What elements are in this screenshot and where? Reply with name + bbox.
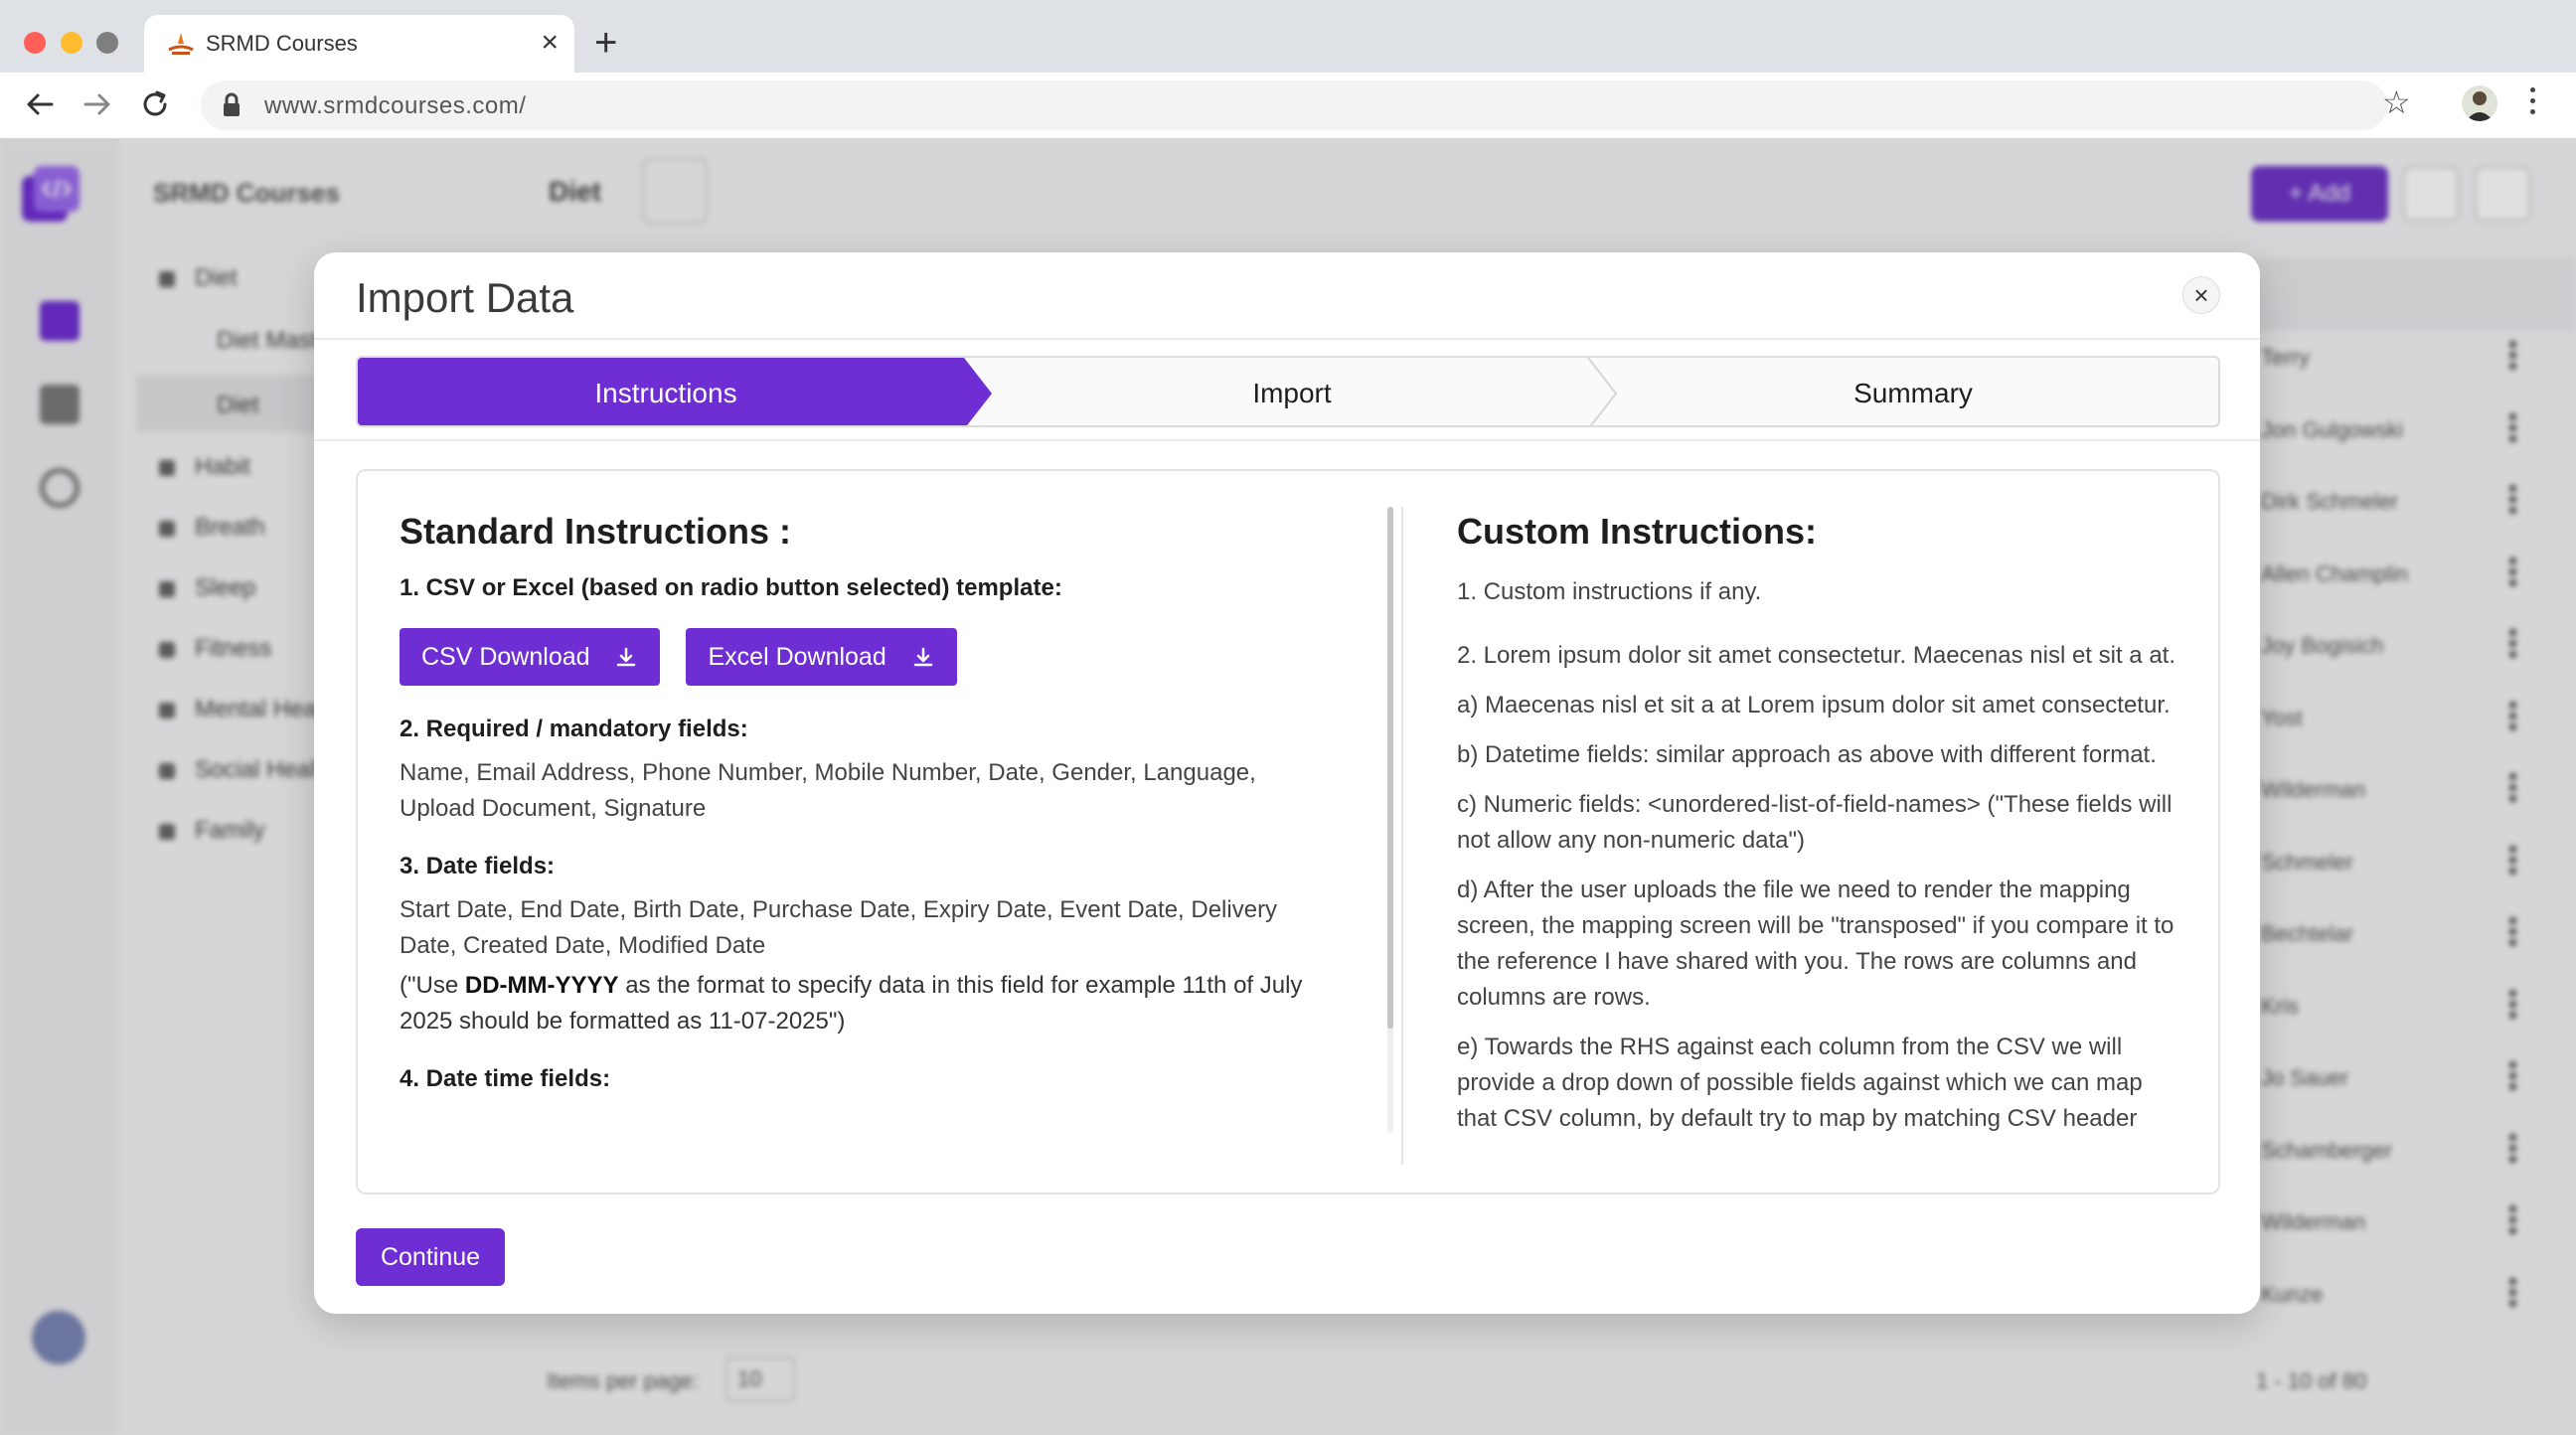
continue-button[interactable]: Continue <box>356 1228 505 1286</box>
reload-icon[interactable] <box>137 86 173 122</box>
custom-item-a: a) Maecenas nisl et sit a at Lorem ipsum… <box>1457 692 2171 718</box>
lock-icon <box>224 92 240 116</box>
minimize-window-button[interactable] <box>61 32 82 54</box>
custom-instructions[interactable]: Custom Instructions: 1. Custom instructi… <box>1457 511 2182 1137</box>
back-arrow-icon[interactable] <box>22 86 58 122</box>
custom-item-1: 1. Custom instructions if any. <box>1457 578 1762 605</box>
custom-item-d: d) After the user uploads the file we ne… <box>1457 877 2174 1011</box>
download-icon <box>617 648 636 667</box>
custom-instructions-title: Custom Instructions: <box>1457 511 1818 552</box>
modal-title: Import Data <box>356 274 574 321</box>
custom-item-c: c) Numeric fields: <unordered-list-of-fi… <box>1457 791 2173 854</box>
new-tab-icon[interactable]: + <box>594 22 617 64</box>
bookmark-star-icon[interactable]: ☆ <box>2382 83 2411 121</box>
date-fields-text: Start Date, End Date, Birth Date, Purcha… <box>400 896 1278 959</box>
date-fields-heading: 3. Date fields: <box>400 853 556 879</box>
forward-arrow-icon[interactable] <box>80 86 115 122</box>
standard-instructions[interactable]: Standard Instructions : 1. CSV or Excel … <box>400 511 1354 1137</box>
close-icon[interactable]: × <box>2182 276 2220 314</box>
maximize-window-button[interactable] <box>96 32 118 54</box>
required-fields-heading: 2. Required / mandatory fields: <box>400 716 748 742</box>
date-time-fields-heading: 4. Date time fields: <box>400 1065 611 1092</box>
custom-item-2: 2. Lorem ipsum dolor sit amet consectetu… <box>1457 642 2175 669</box>
template-heading: 1. CSV or Excel (based on radio button s… <box>400 574 1062 601</box>
tab-title: SRMD Courses <box>206 31 358 56</box>
required-fields-text: Name, Email Address, Phone Number, Mobil… <box>400 759 1256 822</box>
left-scrollbar[interactable] <box>1387 507 1393 1133</box>
stepper-divider <box>314 439 2260 441</box>
browser-tab-bar: SRMD Courses × + <box>0 0 2576 73</box>
import-stepper: Instructions Import Summary <box>356 356 2220 427</box>
favicon-icon <box>168 33 194 55</box>
url-text: www.srmdcourses.com/ <box>264 92 527 119</box>
tab-instructions[interactable]: Instructions <box>358 378 974 409</box>
profile-avatar[interactable] <box>2462 85 2497 121</box>
custom-item-e: e) Towards the RHS against each column f… <box>1457 1034 2143 1132</box>
browser-tab[interactable]: SRMD Courses × <box>144 15 574 73</box>
standard-instructions-title: Standard Instructions : <box>400 511 792 552</box>
excel-download-button[interactable]: Excel Download <box>686 628 957 686</box>
avatar-person-icon <box>2466 91 2494 121</box>
csv-download-button[interactable]: CSV Download <box>400 628 661 686</box>
browser-menu-icon[interactable] <box>2530 87 2538 117</box>
scrollbar-thumb[interactable] <box>1387 507 1393 1029</box>
close-window-button[interactable] <box>24 32 46 54</box>
import-data-modal: Import Data × Instructions Import Summar… <box>314 252 2260 1314</box>
column-divider <box>1401 507 1403 1165</box>
custom-item-b: b) Datetime fields: similar approach as … <box>1457 741 2157 768</box>
download-icon <box>913 648 932 667</box>
date-format-note: ("Use DD-MM-YYYY as the format to specif… <box>400 972 1303 1035</box>
tab-close-icon[interactable]: × <box>541 26 559 60</box>
tab-summary[interactable]: Summary <box>1610 378 2216 409</box>
instructions-panel: Standard Instructions : 1. CSV or Excel … <box>356 469 2220 1195</box>
address-bar[interactable]: www.srmdcourses.com/ <box>201 80 2387 130</box>
tab-import[interactable]: Import <box>994 378 1590 409</box>
browser-toolbar: www.srmdcourses.com/ <box>0 73 2576 138</box>
header-divider <box>314 338 2260 340</box>
